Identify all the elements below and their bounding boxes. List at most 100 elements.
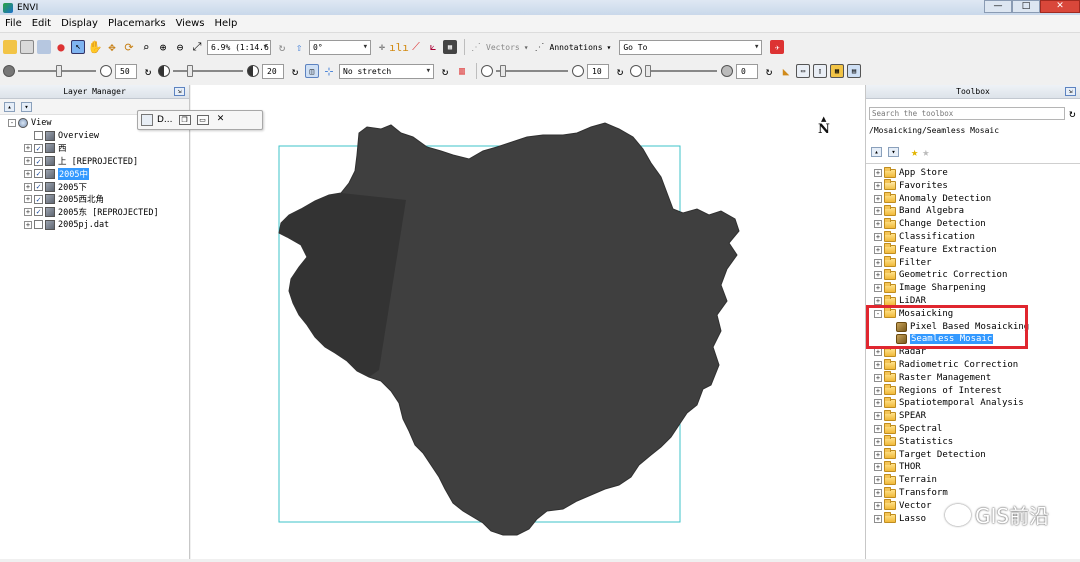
expand-all-icon[interactable]: ▾: [21, 101, 32, 112]
toolbox-folder-item[interactable]: + SPEAR: [874, 409, 926, 422]
stretch-combo[interactable]: No stretch: [339, 63, 434, 79]
layer-visibility-checkbox[interactable]: ✓: [34, 182, 43, 191]
folder-expander-icon[interactable]: +: [874, 194, 882, 203]
histogram-mode-icon[interactable]: ◫: [305, 64, 319, 78]
brightness-reset-icon[interactable]: ↻: [141, 64, 155, 78]
folder-expander-icon[interactable]: +: [874, 399, 882, 408]
minimize-button[interactable]: —: [984, 0, 1012, 13]
annotations-icon[interactable]: ⋰: [533, 40, 547, 54]
zoom-out-icon[interactable]: ⊖: [173, 40, 187, 54]
folder-expander-icon[interactable]: +: [874, 373, 882, 382]
contrast-slider[interactable]: [173, 64, 243, 78]
folder-expander-icon[interactable]: +: [874, 463, 882, 472]
toolbox-folder-item[interactable]: + Change Detection: [874, 217, 986, 230]
brightness-slider[interactable]: [18, 64, 96, 78]
folder-expander-icon[interactable]: +: [874, 169, 882, 177]
placemark-icon[interactable]: ●: [54, 40, 68, 54]
swipe-icon[interactable]: ◣: [779, 64, 793, 78]
goto-combo[interactable]: Go To: [619, 39, 763, 55]
toolbox-folder-item[interactable]: + Feature Extraction: [874, 243, 997, 256]
transparency-value[interactable]: 0: [736, 63, 758, 79]
transparency-reset-icon[interactable]: ↻: [762, 64, 776, 78]
spectral-profile-icon[interactable]: ılı: [389, 40, 409, 54]
layer-row[interactable]: + ✓ 西: [24, 142, 67, 154]
layer-visibility-checkbox[interactable]: ✓: [34, 194, 43, 204]
toolbox-folder-item[interactable]: + App Store: [874, 166, 948, 179]
toolbox-search-input[interactable]: Search the toolbox: [869, 107, 1065, 120]
panel-float-icon[interactable]: ⇲: [174, 87, 185, 96]
layer-expander-icon[interactable]: +: [24, 207, 32, 216]
toolbox-folder-item[interactable]: + Filter: [874, 256, 932, 269]
north-up-icon[interactable]: ⇧: [292, 40, 306, 54]
layer-expander-icon[interactable]: +: [24, 169, 32, 178]
layer-row[interactable]: +2005pj.dat: [24, 219, 109, 231]
ruler-icon[interactable]: ⟀: [426, 40, 440, 54]
brightness-value[interactable]: 50: [115, 63, 137, 79]
vectors-menu[interactable]: Vectors: [486, 43, 520, 52]
layer-visibility-checkbox[interactable]: ✓: [34, 156, 43, 166]
toolbox-folder-item[interactable]: + THOR: [874, 460, 921, 473]
folder-expander-icon[interactable]: +: [874, 207, 882, 216]
transparency-slider[interactable]: [645, 64, 717, 78]
maximize-button[interactable]: □: [1012, 0, 1040, 13]
toolbox-folder-item[interactable]: + Target Detection: [874, 448, 986, 461]
sharpen-reset-icon[interactable]: ↻: [613, 64, 627, 78]
menu-edit[interactable]: Edit: [27, 18, 56, 29]
histogram-icon[interactable]: ▥: [455, 64, 469, 78]
folder-expander-icon[interactable]: +: [874, 258, 882, 267]
layer-expander-icon[interactable]: +: [24, 182, 32, 191]
toolbox-folder-item[interactable]: + Terrain: [874, 473, 937, 486]
dock-maximize-icon[interactable]: ▭: [196, 115, 209, 125]
view-single-icon[interactable]: ▭: [796, 64, 810, 78]
menu-display[interactable]: Display: [56, 18, 103, 29]
folder-expander-icon[interactable]: +: [874, 450, 882, 459]
toolbox-folder-item[interactable]: + Geometric Correction: [874, 268, 1007, 281]
add-favorite-icon[interactable]: ★: [911, 145, 918, 159]
layer-row[interactable]: Overview: [24, 130, 99, 142]
view-expander-icon[interactable]: -: [8, 119, 16, 127]
menu-help[interactable]: Help: [210, 18, 243, 29]
collapse-all-icon[interactable]: ▴: [4, 101, 15, 112]
line-profile-icon[interactable]: ⟋: [409, 40, 423, 54]
sharpen-slider[interactable]: [496, 64, 568, 78]
layer-row[interactable]: + ✓ 上 [REPROJECTED]: [24, 155, 138, 167]
toolbox-folder-item[interactable]: + Regions of Interest: [874, 384, 1002, 397]
select-arrow-icon[interactable]: ↖: [71, 40, 85, 54]
close-button[interactable]: ✕: [1040, 0, 1080, 13]
folder-expander-icon[interactable]: +: [874, 233, 882, 241]
layer-visibility-checkbox[interactable]: [34, 220, 43, 230]
toolbox-folder-item[interactable]: + Transform: [874, 486, 948, 499]
layer-visibility-checkbox[interactable]: ✓: [34, 169, 43, 179]
toolbox-folder-item[interactable]: + Statistics: [874, 435, 953, 448]
zoom-in-icon[interactable]: ⊕: [156, 40, 170, 54]
open-file-icon[interactable]: [3, 40, 17, 54]
stretch-type-icon[interactable]: ⊹: [322, 64, 336, 78]
folder-expander-icon[interactable]: +: [874, 501, 882, 510]
annotations-menu[interactable]: Annotations: [550, 43, 603, 52]
layer-visibility-checkbox[interactable]: [34, 131, 43, 141]
layer-visibility-checkbox[interactable]: ✓: [34, 143, 43, 153]
zoom-fit-icon[interactable]: ⤢: [190, 40, 204, 54]
zoom-combo[interactable]: 6.9% (1:14.6: [207, 39, 271, 55]
folder-expander-icon[interactable]: +: [874, 386, 882, 395]
stretch-reset-icon[interactable]: ↻: [438, 64, 452, 78]
rotate-view-icon[interactable]: ↻: [275, 40, 289, 54]
folder-expander-icon[interactable]: +: [874, 514, 882, 523]
layer-row[interactable]: + ✓ 2005西北角: [24, 193, 104, 205]
toolbox-folder-item[interactable]: + Vector: [874, 499, 932, 512]
folder-expander-icon[interactable]: +: [874, 437, 882, 446]
menu-placemarks[interactable]: Placemarks: [103, 18, 171, 29]
goto-button-icon[interactable]: ✈: [770, 40, 785, 54]
toolbox-collapse-icon[interactable]: ▴: [871, 147, 882, 157]
toolbox-folder-item[interactable]: + Favorites: [874, 179, 948, 192]
toolbox-folder-item[interactable]: + Raster Management: [874, 371, 991, 384]
dock-restore-icon[interactable]: ❐: [178, 115, 191, 125]
zoom-icon[interactable]: ⌕: [139, 40, 153, 54]
layer-row[interactable]: + ✓ 2005中: [24, 167, 89, 180]
rotate-icon[interactable]: ⟳: [122, 40, 136, 54]
view-split-icon[interactable]: ▯: [813, 64, 827, 78]
layer-expander-icon[interactable]: +: [24, 220, 32, 229]
floating-dock-tab[interactable]: D... ❐ ▭ ✕: [137, 110, 263, 130]
sharpen-value[interactable]: 10: [587, 63, 609, 79]
folder-expander-icon[interactable]: +: [874, 297, 882, 305]
